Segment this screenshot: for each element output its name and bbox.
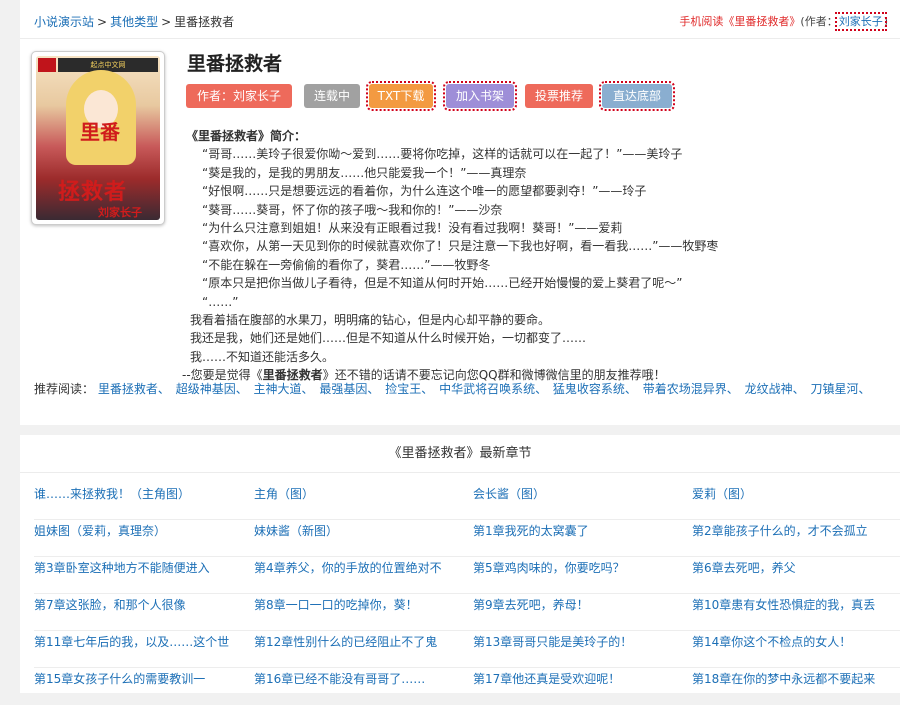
chapter-row: 第11章七年后的我，以及……这个世 第12章性别什么的已经阻止不了鬼 第13章哥哥只…	[34, 631, 900, 668]
intro-line: 我看着插在腹部的水果刀，明明痛的钻心，但是内心却平静的要命。	[190, 313, 551, 328]
recommend-link[interactable]: 主神大道、	[254, 382, 314, 396]
chapter-link[interactable]: 第5章鸡肉味的，你要吃吗？	[473, 557, 683, 594]
breadcrumb-separator: >	[161, 15, 172, 29]
recommend-link[interactable]: 里番拯救者、	[98, 382, 170, 396]
mobile-read-bar: 手机阅读《里番拯救者》(作者：刘家长子)	[679, 12, 888, 31]
divider	[20, 38, 900, 39]
chapter-link[interactable]: 第12章性别什么的已经阻止不了鬼	[254, 631, 464, 668]
add-bookshelf-button[interactable]: 加入书架	[443, 81, 517, 111]
chapter-link[interactable]: 第18章在你的梦中永远都不要起来	[692, 668, 900, 705]
intro-line: “……”	[202, 294, 239, 309]
book-intro: 《里番拯救者》简介： “哥哥……美玲子很爱你呦～爱到……要将你吃掉，这样的话就可…	[182, 127, 896, 385]
intro-line: 我……不知道还能活多久。	[190, 349, 335, 364]
breadcrumb-category-link[interactable]: 其他类型	[110, 15, 158, 29]
cover-title-top: 里番	[80, 120, 120, 144]
page-wrapper: 小说演示站 > 其他类型 > 里番拯救者 手机阅读《里番拯救者》(作者：刘家长子) 起点…	[20, 0, 900, 693]
cover-author: 刘家长子	[98, 206, 142, 219]
intro-line: “葵是我的，是我的男朋友……他只能爱我一个！”——真理奈	[202, 165, 527, 180]
breadcrumb-home-link[interactable]: 小说演示站	[34, 15, 94, 29]
cover-badge	[38, 58, 56, 72]
breadcrumb: 小说演示站 > 其他类型 > 里番拯救者	[34, 13, 234, 30]
author-suffix: )	[883, 15, 888, 28]
intro-line: “哥哥……美玲子很爱你呦～爱到……要将你吃掉，这样的话就可以在一起了！”——美玲…	[202, 147, 683, 162]
intro-line: “好恨啊……只是想要远远的看着你，为什么连这个唯一的愿望都要剥夺！”——玲子	[202, 184, 647, 199]
chapter-row: 第15章女孩子什么的需要教训一 第16章已经不能没有哥哥了…… 第17章他还真是受欢…	[34, 668, 900, 705]
chapter-link[interactable]: 第11章七年后的我，以及……这个世	[34, 631, 244, 668]
recommend-link[interactable]: 最强基因、	[319, 382, 379, 396]
intro-heading: 《里番拯救者》简介：	[186, 129, 307, 143]
chapter-link[interactable]: 第6章去死吧，养父	[692, 557, 900, 594]
book-info-panel: 小说演示站 > 其他类型 > 里番拯救者 手机阅读《里番拯救者》(作者：刘家长子) 起点…	[20, 0, 900, 425]
chapter-link[interactable]: 第13章哥哥只能是美玲子的！	[473, 631, 683, 668]
recommend-link[interactable]: 带着农场混异界、	[643, 382, 739, 396]
intro-line: “为什么只注意到姐姐！从来没有正眼看过我！没有看过我啊！葵哥！”——爱莉	[202, 221, 623, 236]
recommend-reading: 推荐阅读： 里番拯救者、 超级神基因、 主神大道、 最强基因、 捡宝王、 中华武…	[34, 380, 896, 398]
intro-line: “不能在躲在一旁偷偷的看你了，葵君……”——牧野冬	[202, 257, 491, 272]
chapter-link[interactable]: 爱莉（图）	[692, 483, 900, 520]
latest-chapters-heading: 《里番拯救者》最新章节	[20, 435, 900, 473]
recommend-link[interactable]: 龙纹战神、	[745, 382, 805, 396]
chapter-row: 谁……来拯救我！（主角图） 主角（图） 会长酱（图） 爱莉（图）	[34, 483, 900, 520]
txt-download-button[interactable]: TXT下载	[366, 81, 436, 111]
vote-recommend-button[interactable]: 投票推荐	[525, 84, 593, 108]
intro-line: 我还是我，她们还是她们……但是不知道从什么时候开始，一切都变了……	[190, 331, 587, 346]
chapter-link[interactable]: 姐妹图（爱莉，真理奈）	[34, 520, 244, 557]
book-title: 里番拯救者	[187, 53, 283, 75]
intro-line: “喜欢你，从第一天见到你的时候就喜欢你了！只是注意一下我也好啊，看一看我……”—…	[202, 239, 719, 254]
author-button[interactable]: 作者：刘家长子	[186, 84, 292, 108]
chapter-link[interactable]: 主角（图）	[254, 483, 464, 520]
latest-chapters-panel: 《里番拯救者》最新章节 谁……来拯救我！（主角图） 主角（图） 会长酱（图） 爱莉（图…	[20, 435, 900, 693]
cover-art: 起点中文网 里番 拯救者 刘家长子	[36, 56, 160, 220]
chapter-row: 第3章卧室这种地方不能随便进入 第4章养父，你的手放的位置绝对不 第5章鸡肉味的，你…	[34, 557, 900, 594]
chapter-link[interactable]: 谁……来拯救我！（主角图）	[34, 483, 244, 520]
chapter-link[interactable]: 第8章一口一口的吃掉你，葵！	[254, 594, 464, 631]
chapter-link[interactable]: 第1章我死的太窝囊了	[473, 520, 683, 557]
book-cover[interactable]: 起点中文网 里番 拯救者 刘家长子	[31, 51, 165, 225]
jump-bottom-button[interactable]: 直达底部	[599, 81, 675, 111]
chapter-row: 第7章这张脸，和那个人很像 第8章一口一口的吃掉你，葵！ 第9章去死吧，养母！ 第10…	[34, 594, 900, 631]
header-author-link[interactable]: 刘家长子	[834, 12, 887, 31]
chapter-link[interactable]: 第7章这张脸，和那个人很像	[34, 594, 244, 631]
status-button[interactable]: 连载中	[304, 84, 360, 108]
chapter-link[interactable]: 第14章你这个不检点的女人！	[692, 631, 900, 668]
chapter-link[interactable]: 第3章卧室这种地方不能随便进入	[34, 557, 244, 594]
recommend-link[interactable]: 猛鬼收容系统、	[553, 382, 637, 396]
chapter-link[interactable]: 第4章养父，你的手放的位置绝对不	[254, 557, 464, 594]
chapter-link[interactable]: 第2章能孩子什么的，才不会孤立	[692, 520, 900, 557]
author-prefix: (作者：	[800, 15, 838, 28]
chapter-link[interactable]: 第9章去死吧，养母！	[473, 594, 683, 631]
recommend-link[interactable]: 中华武将召唤系统、	[439, 382, 547, 396]
breadcrumb-separator: >	[97, 15, 108, 29]
breadcrumb-current: 里番拯救者	[174, 15, 235, 29]
recommend-link[interactable]: 捡宝王、	[385, 382, 433, 396]
cover-title-main: 拯救者	[58, 180, 128, 205]
chapter-link[interactable]: 第17章他还真是受欢迎呢！	[473, 668, 683, 705]
recommend-link[interactable]: 超级神基因、	[176, 382, 248, 396]
chapter-list: 谁……来拯救我！（主角图） 主角（图） 会长酱（图） 爱莉（图） 姐妹图（爱莉，真理奈）…	[34, 483, 900, 705]
recommend-link[interactable]: 刀镇星河、	[810, 382, 870, 396]
chapter-row: 姐妹图（爱莉，真理奈） 妹妹酱（新图） 第1章我死的太窝囊了 第2章能孩子什么的，才不…	[34, 520, 900, 557]
chapter-link[interactable]: 第16章已经不能没有哥哥了……	[254, 668, 464, 705]
chapter-link[interactable]: 妹妹酱（新图）	[254, 520, 464, 557]
chapter-link[interactable]: 第15章女孩子什么的需要教训一	[34, 668, 244, 705]
chapter-link[interactable]: 第10章患有女性恐惧症的我，真丢	[692, 594, 900, 631]
intro-line: “原本只是把你当做儿子看待，但是不知道从何时开始……已经开始慢慢的爱上葵君了呢～…	[202, 276, 683, 291]
recommend-label: 推荐阅读：	[34, 382, 95, 396]
chapter-link[interactable]: 会长酱（图）	[473, 483, 683, 520]
mobile-read-link[interactable]: 手机阅读《里番拯救者》	[679, 15, 800, 28]
intro-line: “葵哥……葵哥，怀了你的孩子哦～我和你的！”——沙奈	[202, 202, 503, 217]
